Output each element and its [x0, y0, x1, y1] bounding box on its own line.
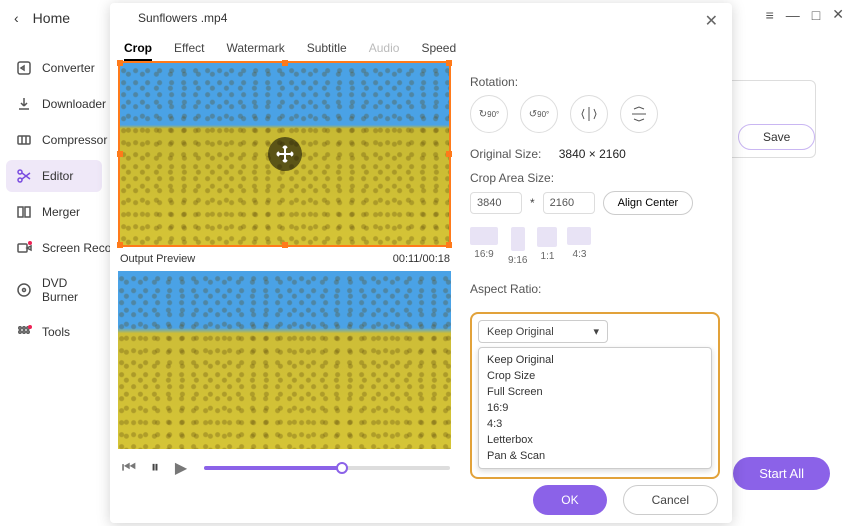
aspect-preset-label: 1:1 — [541, 251, 555, 262]
rotate-cw-label: 90° — [487, 110, 499, 119]
crop-modal: Sunflowers .mp4 ✕ Crop Effect Watermark … — [110, 3, 732, 523]
crop-canvas[interactable] — [118, 61, 451, 247]
sidebar-item-label: Downloader — [42, 97, 106, 111]
disc-icon — [16, 282, 32, 298]
sidebar-item-converter[interactable]: Converter — [6, 52, 102, 84]
aspect-option[interactable]: Crop Size — [485, 368, 705, 384]
prev-frame-icon[interactable]: ⏮ — [120, 459, 138, 477]
multiply-label: * — [530, 196, 535, 210]
align-center-button[interactable]: Align Center — [603, 191, 694, 215]
start-all-button[interactable]: Start All — [733, 457, 830, 490]
output-preview-label: Output Preview — [120, 253, 195, 265]
aspect-preset-16-9[interactable]: 16:9 — [470, 227, 498, 266]
window-close-icon[interactable]: ✕ — [832, 6, 844, 23]
sidebar-item-compressor[interactable]: Compressor — [6, 124, 102, 156]
home-label: Home — [33, 10, 70, 26]
time-display: 00:11/00:18 — [393, 253, 450, 265]
sidebar-item-label: DVD Burner — [42, 276, 92, 304]
close-icon[interactable]: ✕ — [705, 11, 718, 31]
tab-crop[interactable]: Crop — [124, 37, 152, 61]
crop-size-label: Crop Area Size: — [470, 171, 720, 185]
save-button[interactable]: Save — [738, 124, 815, 150]
tab-effect[interactable]: Effect — [174, 37, 204, 61]
original-size-value: 3840 × 2160 — [559, 147, 626, 161]
crop-handle[interactable] — [282, 242, 288, 248]
aspect-preset-label: 9:16 — [508, 255, 527, 266]
aspect-option[interactable]: Letterbox — [485, 432, 705, 448]
maximize-icon[interactable]: □ — [812, 7, 820, 23]
aspect-ratio-selected: Keep Original — [487, 326, 554, 338]
ok-button[interactable]: OK — [533, 485, 606, 515]
output-preview — [118, 271, 451, 449]
original-size-label: Original Size: — [470, 147, 541, 161]
sidebar: ‹ Home Converter Downloader Compressor E… — [0, 0, 108, 526]
flip-vertical-button[interactable] — [620, 95, 658, 133]
rotate-cw-button[interactable]: ↻90° — [470, 95, 508, 133]
tab-audio: Audio — [369, 37, 400, 61]
sidebar-item-tools[interactable]: Tools — [6, 316, 102, 348]
pause-icon[interactable]: ⏸ — [146, 459, 164, 477]
aspect-preset-9-16[interactable]: 9:16 — [508, 227, 527, 266]
rotate-ccw-button[interactable]: ↺90° — [520, 95, 558, 133]
aspect-option[interactable]: Full Screen — [485, 384, 705, 400]
home-nav[interactable]: ‹ Home — [0, 0, 108, 36]
crop-handle[interactable] — [446, 60, 452, 66]
notification-dot-icon — [28, 325, 32, 329]
crop-handle[interactable] — [117, 242, 123, 248]
modal-title: Sunflowers .mp4 — [138, 11, 227, 25]
tab-watermark[interactable]: Watermark — [226, 37, 284, 61]
play-icon[interactable]: ▶ — [172, 459, 190, 477]
menu-icon[interactable]: ≡ — [766, 7, 774, 23]
notification-dot-icon — [28, 241, 32, 245]
editor-tabs: Crop Effect Watermark Subtitle Audio Spe… — [120, 37, 460, 61]
aspect-ratio-options: Keep Original Crop Size Full Screen 16:9… — [478, 347, 712, 469]
chevron-down-icon: ▾ — [593, 325, 599, 338]
tab-subtitle[interactable]: Subtitle — [307, 37, 347, 61]
crop-handle[interactable] — [117, 151, 123, 157]
move-icon[interactable] — [268, 137, 302, 171]
aspect-preset-label: 16:9 — [474, 249, 493, 260]
aspect-preset-1-1[interactable]: 1:1 — [537, 227, 557, 266]
sidebar-item-screen-recorder[interactable]: Screen Recorder — [6, 232, 102, 264]
aspect-option[interactable]: 16:9 — [485, 400, 705, 416]
seek-progress — [204, 466, 342, 470]
download-icon — [16, 96, 32, 112]
aspect-preset-label: 4:3 — [573, 249, 587, 260]
compress-icon — [16, 132, 32, 148]
sidebar-item-label: Compressor — [42, 133, 107, 147]
sidebar-item-label: Converter — [42, 61, 95, 75]
sidebar-item-label: Merger — [42, 205, 80, 219]
sidebar-item-label: Editor — [42, 169, 73, 183]
tab-speed[interactable]: Speed — [421, 37, 456, 61]
seek-bar[interactable] — [204, 466, 450, 470]
back-icon[interactable]: ‹ — [14, 10, 19, 26]
flip-horizontal-button[interactable] — [570, 95, 608, 133]
seek-thumb[interactable] — [336, 462, 348, 474]
minimize-icon[interactable]: — — [786, 7, 800, 23]
sidebar-item-merger[interactable]: Merger — [6, 196, 102, 228]
crop-handle[interactable] — [446, 242, 452, 248]
aspect-option[interactable]: Pan & Scan — [485, 448, 705, 464]
crop-handle[interactable] — [282, 60, 288, 66]
aspect-ratio-highlight: Keep Original ▾ Keep Original Crop Size … — [470, 312, 720, 479]
crop-handle[interactable] — [117, 60, 123, 66]
aspect-preset-4-3[interactable]: 4:3 — [567, 227, 591, 266]
aspect-ratio-label: Aspect Ratio: — [470, 282, 720, 296]
scissors-icon — [16, 168, 32, 184]
sidebar-item-editor[interactable]: Editor — [6, 160, 102, 192]
sidebar-item-dvd-burner[interactable]: DVD Burner — [6, 268, 102, 312]
converter-icon — [16, 60, 32, 76]
aspect-ratio-select[interactable]: Keep Original ▾ — [478, 320, 608, 343]
crop-height-input[interactable] — [543, 192, 595, 214]
sidebar-item-label: Tools — [42, 325, 70, 339]
rotate-ccw-label: 90° — [537, 110, 549, 119]
cancel-button[interactable]: Cancel — [623, 485, 718, 515]
merge-icon — [16, 204, 32, 220]
crop-width-input[interactable] — [470, 192, 522, 214]
crop-handle[interactable] — [446, 151, 452, 157]
sidebar-item-downloader[interactable]: Downloader — [6, 88, 102, 120]
aspect-option[interactable]: 4:3 — [485, 416, 705, 432]
rotation-label: Rotation: — [470, 75, 720, 89]
aspect-option[interactable]: Keep Original — [485, 352, 705, 368]
